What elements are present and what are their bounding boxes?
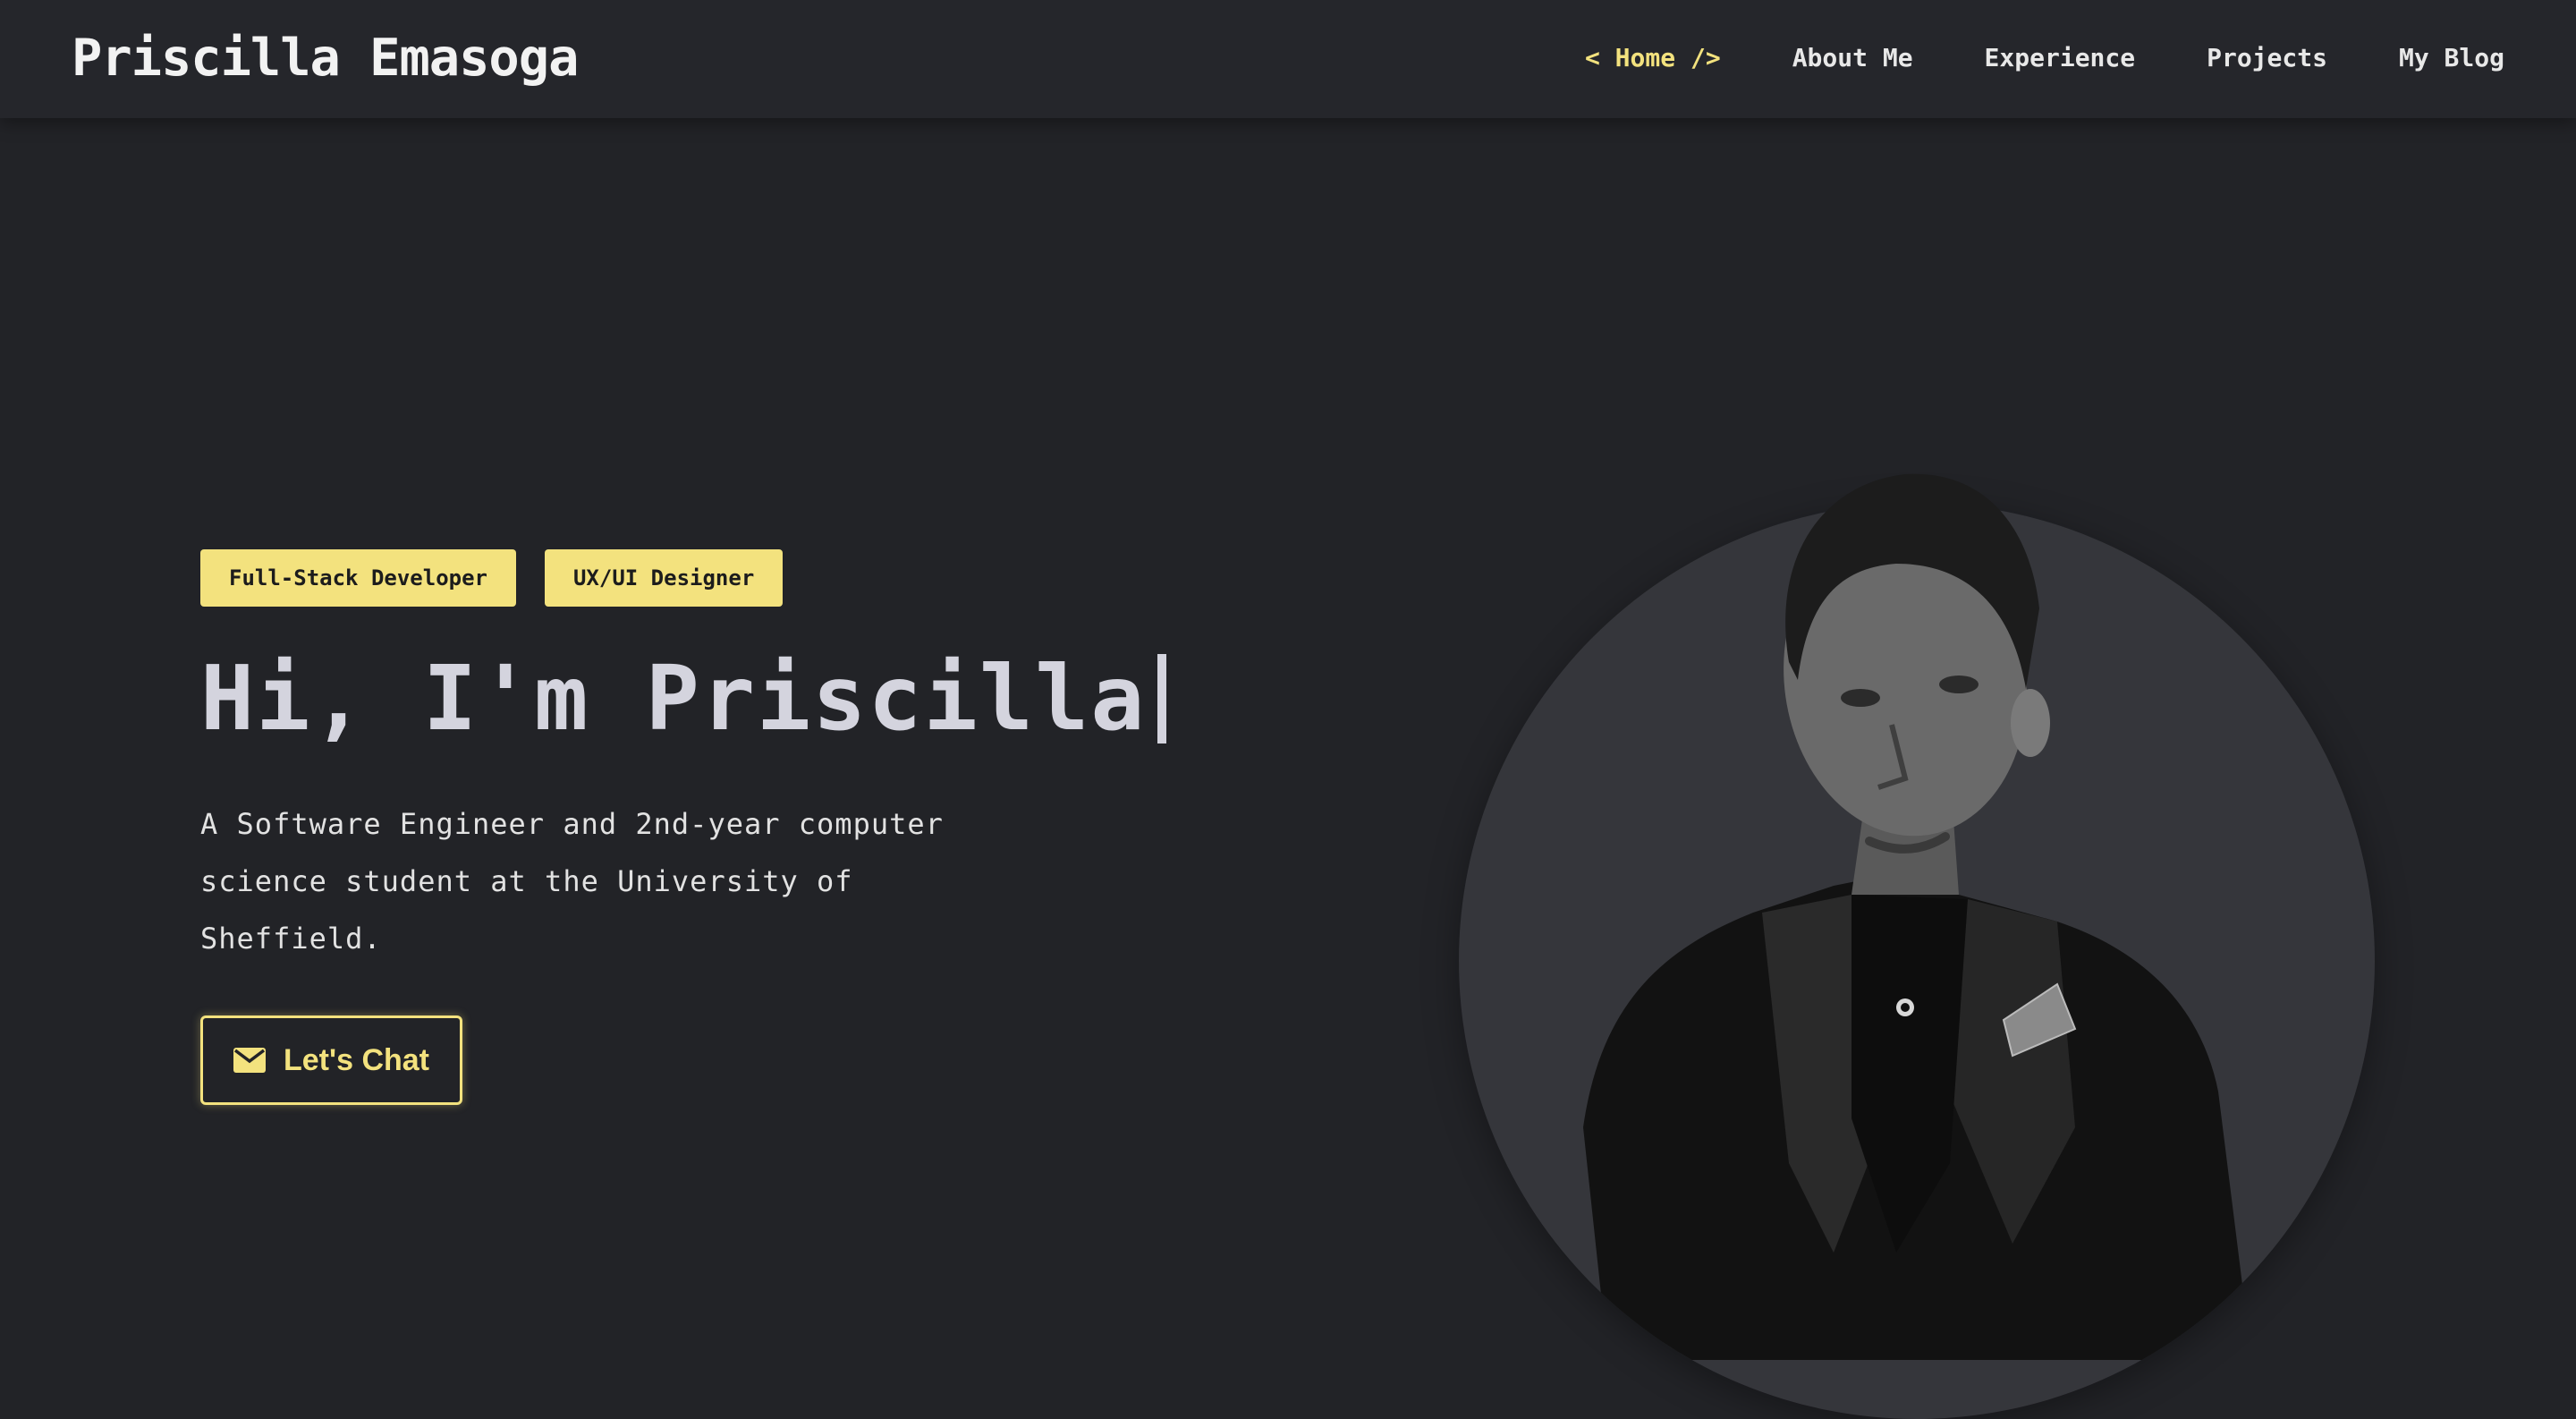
portrait bbox=[1431, 268, 2415, 1419]
typing-cursor bbox=[1157, 653, 1166, 743]
hero-headline: Hi, I'm Priscilla bbox=[200, 646, 1184, 751]
nav-my-blog[interactable]: My Blog bbox=[2399, 43, 2504, 72]
hero-description: A Software Engineer and 2nd-year compute… bbox=[200, 807, 944, 956]
navbar: Priscilla Emasoga < Home /> About Me Exp… bbox=[0, 0, 2576, 118]
hero-intro: Full-Stack Developer UX/UI Designer Hi, … bbox=[200, 549, 1184, 1105]
lets-chat-label: Let's Chat bbox=[284, 1042, 429, 1077]
nav-projects[interactable]: Projects bbox=[2207, 43, 2327, 72]
nav-about-me[interactable]: About Me bbox=[1792, 43, 1913, 72]
site-brand[interactable]: Priscilla Emasoga bbox=[72, 29, 579, 88]
headline-text: Hi, I'm Priscilla bbox=[200, 646, 1147, 751]
lets-chat-button[interactable]: Let's Chat bbox=[200, 1015, 462, 1105]
nav-links: < Home /> About Me Experience Projects M… bbox=[1513, 43, 2504, 72]
badge-ux-ui: UX/UI Designer bbox=[544, 549, 784, 607]
role-badges: Full-Stack Developer UX/UI Designer bbox=[200, 549, 1184, 607]
portrait-photo bbox=[1583, 473, 2254, 1360]
nav-home[interactable]: < Home /> bbox=[1585, 43, 1721, 72]
mail-icon bbox=[233, 1048, 266, 1073]
badge-full-stack: Full-Stack Developer bbox=[200, 549, 516, 607]
nav-experience[interactable]: Experience bbox=[1985, 43, 2136, 72]
